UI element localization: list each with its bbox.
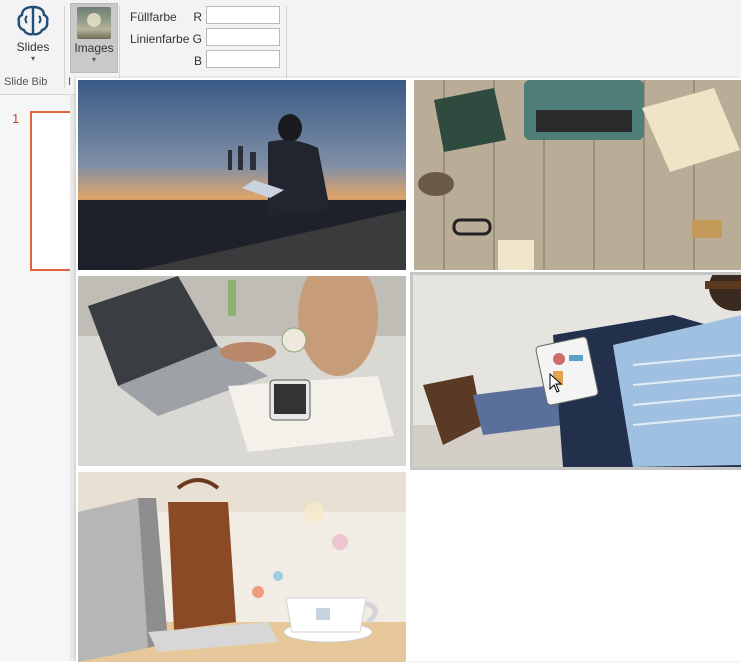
slide-number: 1 bbox=[12, 111, 20, 126]
images-button-label: Images bbox=[74, 41, 114, 55]
color-settings: Füllfarbe R Linienfarbe G B bbox=[124, 6, 284, 72]
color-row-g: Linienfarbe G bbox=[124, 28, 284, 50]
chevron-down-icon: ▾ bbox=[30, 54, 35, 63]
channel-g-label: G bbox=[192, 32, 202, 46]
color-row-r: Füllfarbe R bbox=[124, 6, 284, 28]
line-color-label: Linienfarbe bbox=[130, 32, 190, 46]
photo-typewriter-desk bbox=[414, 80, 741, 270]
image-gallery bbox=[76, 78, 741, 664]
channel-b-label: B bbox=[193, 54, 202, 68]
gallery-image-man-laptop-sunset[interactable] bbox=[76, 78, 408, 272]
image-icon bbox=[77, 7, 111, 39]
group-label-slide-bib: Slide Bib bbox=[4, 76, 48, 88]
channel-r-label: R bbox=[193, 10, 202, 24]
channel-b-input[interactable] bbox=[206, 50, 280, 68]
photo-laptop-bag-coffee bbox=[78, 472, 406, 662]
mouse-cursor-icon bbox=[549, 373, 563, 393]
slides-button-label: Slides bbox=[16, 40, 50, 54]
group-separator bbox=[286, 6, 287, 88]
gallery-image-man-tablet-chart[interactable] bbox=[410, 272, 741, 470]
color-row-b: B bbox=[124, 50, 284, 72]
group-label-images: I bbox=[68, 76, 72, 88]
chevron-down-icon: ▾ bbox=[91, 55, 96, 64]
channel-g-input[interactable] bbox=[206, 28, 280, 46]
gallery-image-typewriter-desk[interactable] bbox=[412, 78, 741, 272]
slide-pane: 1 bbox=[0, 95, 84, 661]
photo-man-laptop-sunset bbox=[78, 80, 406, 270]
group-separator bbox=[64, 6, 65, 88]
slides-button[interactable]: Slides ▾ bbox=[10, 4, 56, 70]
fill-color-label: Füllfarbe bbox=[130, 10, 177, 24]
brain-icon bbox=[17, 5, 49, 36]
gallery-image-laptop-phone-desk[interactable] bbox=[76, 274, 408, 468]
images-button[interactable]: Images ▾ bbox=[70, 3, 118, 73]
photo-laptop-phone-desk bbox=[78, 276, 406, 466]
channel-r-input[interactable] bbox=[206, 6, 280, 24]
photo-man-tablet-chart bbox=[413, 275, 741, 467]
gallery-image-laptop-bag-coffee[interactable] bbox=[76, 470, 408, 664]
group-separator bbox=[119, 6, 120, 88]
